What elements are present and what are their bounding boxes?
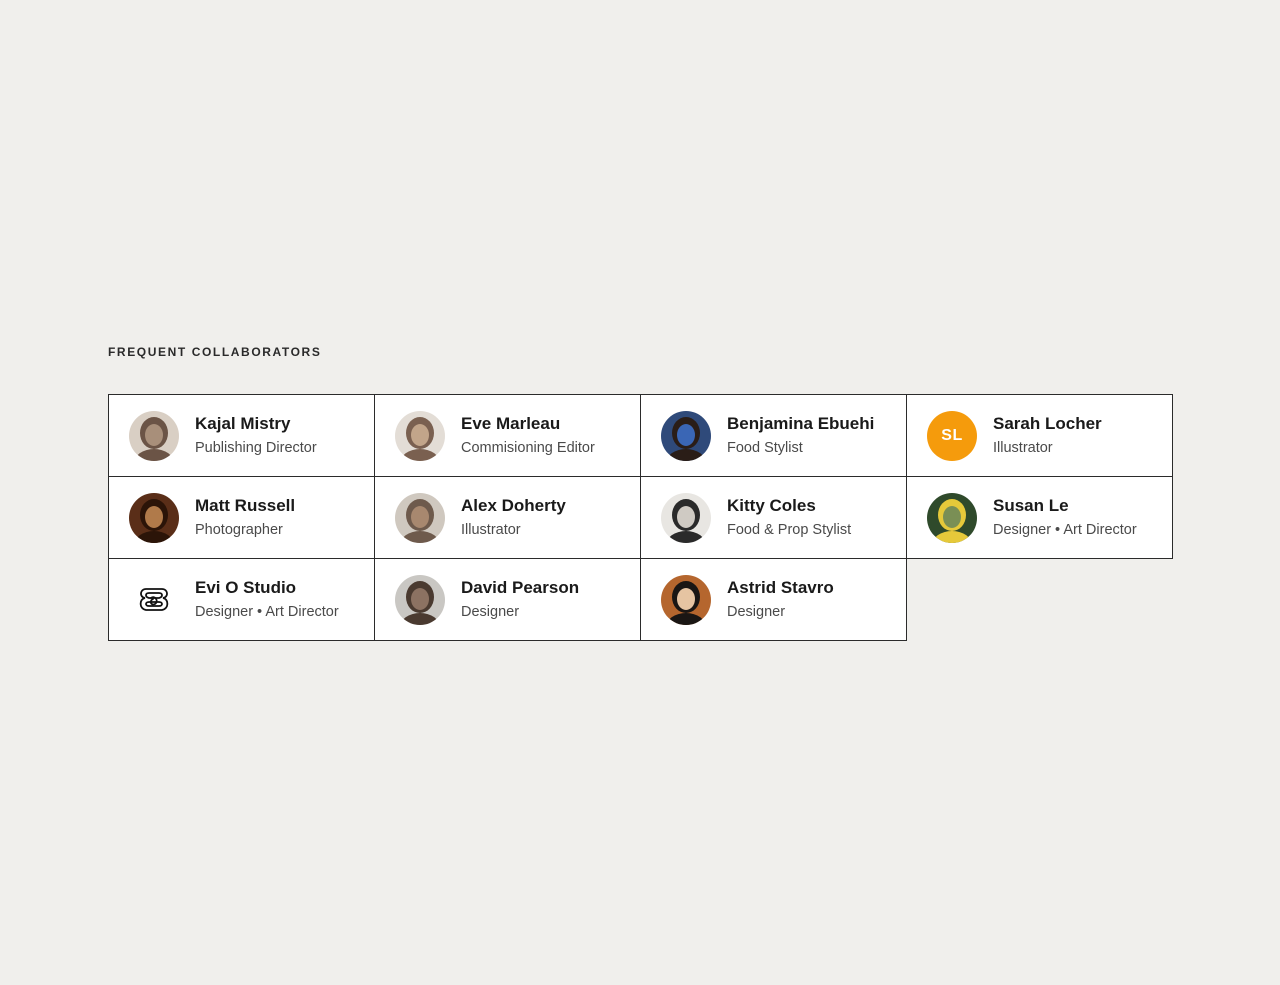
- collaborator-info: Alex Doherty Illustrator: [461, 496, 566, 539]
- collaborator-role: Food Stylist: [727, 440, 803, 456]
- collaborator-info: Benjamina Ebuehi Food Stylist: [727, 414, 874, 457]
- studio-logo-icon: [129, 574, 179, 625]
- section-title: FREQUENT COLLABORATORS: [108, 345, 322, 359]
- collaborator-role: Illustrator: [461, 522, 521, 538]
- collaborator-name: Benjamina Ebuehi: [727, 414, 875, 433]
- collaborator-name: Susan Le: [993, 496, 1069, 515]
- collaborator-info: Sarah Locher Illustrator: [993, 414, 1102, 457]
- collaborator-role: Commisioning Editor: [461, 440, 595, 456]
- collaborator-role: Designer: [461, 604, 520, 620]
- collaborator-name: Kajal Mistry: [195, 414, 291, 433]
- collaborator-name: Sarah Locher: [993, 414, 1102, 433]
- collaborator-role: Designer: [727, 604, 786, 620]
- collaborator-info: Matt Russell Photographer: [195, 496, 295, 539]
- collaborator-card-kitty-coles[interactable]: Kitty Coles Food & Prop Stylist: [640, 476, 907, 559]
- collaborator-info: Evi O Studio Designer • Art Director: [195, 578, 339, 621]
- collaborator-info: David Pearson Designer: [461, 578, 579, 621]
- collaborator-card-sarah-locher[interactable]: SL Sarah Locher Illustrator: [906, 394, 1173, 477]
- collaborator-card-alex-doherty[interactable]: Alex Doherty Illustrator: [374, 476, 641, 559]
- collaborator-name: David Pearson: [461, 578, 580, 597]
- collaborator-info: Susan Le Designer • Art Director: [993, 496, 1137, 539]
- collaborator-name: Astrid Stavro: [727, 578, 834, 597]
- collaborator-name: Matt Russell: [195, 496, 296, 515]
- avatar-initials: SL: [941, 426, 963, 444]
- collaborator-name: Evi O Studio: [195, 578, 297, 597]
- avatar: [395, 492, 445, 543]
- collaborator-card-matt-russell[interactable]: Matt Russell Photographer: [108, 476, 375, 559]
- collaborator-info: Kajal Mistry Publishing Director: [195, 414, 317, 457]
- collaborator-info: Eve Marleau Commisioning Editor: [461, 414, 595, 457]
- collaborator-card-susan-le[interactable]: Susan Le Designer • Art Director: [906, 476, 1173, 559]
- collaborator-role: Publishing Director: [195, 440, 317, 456]
- collaborators-grid: Kajal Mistry Publishing Director Eve Marle…: [108, 394, 1173, 641]
- collaborator-card-benjamina-ebuehi[interactable]: Benjamina Ebuehi Food Stylist: [640, 394, 907, 477]
- avatar: [129, 492, 179, 543]
- collaborator-card-kajal-mistry[interactable]: Kajal Mistry Publishing Director: [108, 394, 375, 477]
- collaborator-name: Eve Marleau: [461, 414, 561, 433]
- collaborator-card-david-pearson[interactable]: David Pearson Designer: [374, 558, 641, 641]
- avatar: [395, 410, 445, 461]
- avatar: [129, 410, 179, 461]
- collaborator-role: Designer • Art Director: [993, 522, 1137, 538]
- collaborator-role: Food & Prop Stylist: [727, 522, 852, 538]
- avatar: SL: [927, 410, 977, 461]
- collaborator-info: Astrid Stavro Designer: [727, 578, 834, 621]
- avatar: [661, 410, 711, 461]
- collaborator-name: Kitty Coles: [727, 496, 816, 515]
- avatar: [661, 492, 711, 543]
- avatar: [661, 574, 711, 625]
- avatar: [927, 492, 977, 543]
- avatar: [395, 574, 445, 625]
- collaborator-card-astrid-stavro[interactable]: Astrid Stavro Designer: [640, 558, 907, 641]
- collaborator-role: Photographer: [195, 522, 283, 538]
- collaborator-card-evi-o-studio[interactable]: Evi O Studio Designer • Art Director: [108, 558, 375, 641]
- collaborator-card-eve-marleau[interactable]: Eve Marleau Commisioning Editor: [374, 394, 641, 477]
- collaborator-name: Alex Doherty: [461, 496, 566, 515]
- collaborator-role: Designer • Art Director: [195, 604, 339, 620]
- collaborator-role: Illustrator: [993, 440, 1053, 456]
- collaborator-info: Kitty Coles Food & Prop Stylist: [727, 496, 851, 539]
